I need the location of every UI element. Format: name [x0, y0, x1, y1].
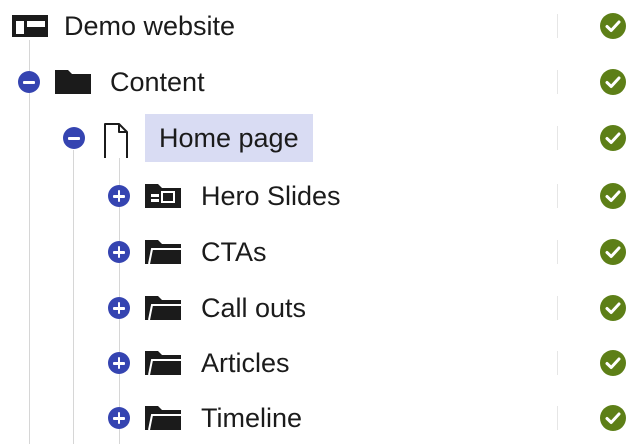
collapse-toggle-icon[interactable]	[63, 127, 85, 149]
check-circle-icon	[600, 239, 626, 265]
row-separator	[557, 296, 558, 320]
tree-node-timeline[interactable]: Timeline	[0, 392, 640, 444]
row-separator	[557, 351, 558, 375]
check-circle-icon	[600, 295, 626, 321]
content-tree: Demo website Content Home page Hero Slid…	[0, 0, 640, 444]
row-separator	[557, 14, 558, 38]
expand-toggle-icon[interactable]	[108, 352, 130, 374]
tree-node-demo-website[interactable]: Demo website	[0, 0, 640, 52]
row-separator	[557, 406, 558, 430]
check-circle-icon	[600, 350, 626, 376]
tree-node-label: Hero Slides	[201, 181, 341, 211]
tree-node-label: Home page	[145, 114, 313, 162]
tree-node-label: Call outs	[201, 293, 307, 323]
folder-icon	[145, 296, 181, 321]
row-separator	[557, 184, 558, 208]
tree-node-home-page[interactable]: Home page	[0, 112, 640, 164]
document-icon	[104, 123, 128, 158]
tree-node-label: Content	[110, 67, 205, 97]
tree-node-label: Articles	[201, 348, 290, 378]
folder-icon	[145, 406, 181, 431]
collapse-toggle-icon[interactable]	[18, 71, 40, 93]
folder-icon	[145, 240, 181, 265]
check-circle-icon	[600, 125, 626, 151]
expand-toggle-icon[interactable]	[108, 407, 130, 429]
check-circle-icon	[600, 183, 626, 209]
check-circle-icon	[600, 405, 626, 431]
folder-icon	[55, 70, 91, 94]
tree-node-content[interactable]: Content	[0, 56, 640, 108]
row-separator	[557, 126, 558, 150]
check-circle-icon	[600, 13, 626, 39]
slides-icon	[145, 184, 181, 208]
tree-node-label: Demo website	[64, 11, 236, 41]
expand-toggle-icon[interactable]	[108, 241, 130, 263]
tree-node-ctas[interactable]: CTAs	[0, 226, 640, 278]
website-layout-icon	[12, 15, 48, 37]
expand-toggle-icon[interactable]	[108, 185, 130, 207]
tree-node-label: CTAs	[201, 237, 267, 267]
folder-icon	[145, 351, 181, 376]
row-separator	[557, 70, 558, 94]
tree-node-label: Timeline	[201, 403, 303, 433]
check-circle-icon	[600, 69, 626, 95]
tree-node-articles[interactable]: Articles	[0, 337, 640, 389]
row-separator	[557, 240, 558, 264]
tree-node-call-outs[interactable]: Call outs	[0, 282, 640, 334]
tree-node-hero-slides[interactable]: Hero Slides	[0, 170, 640, 222]
expand-toggle-icon[interactable]	[108, 297, 130, 319]
